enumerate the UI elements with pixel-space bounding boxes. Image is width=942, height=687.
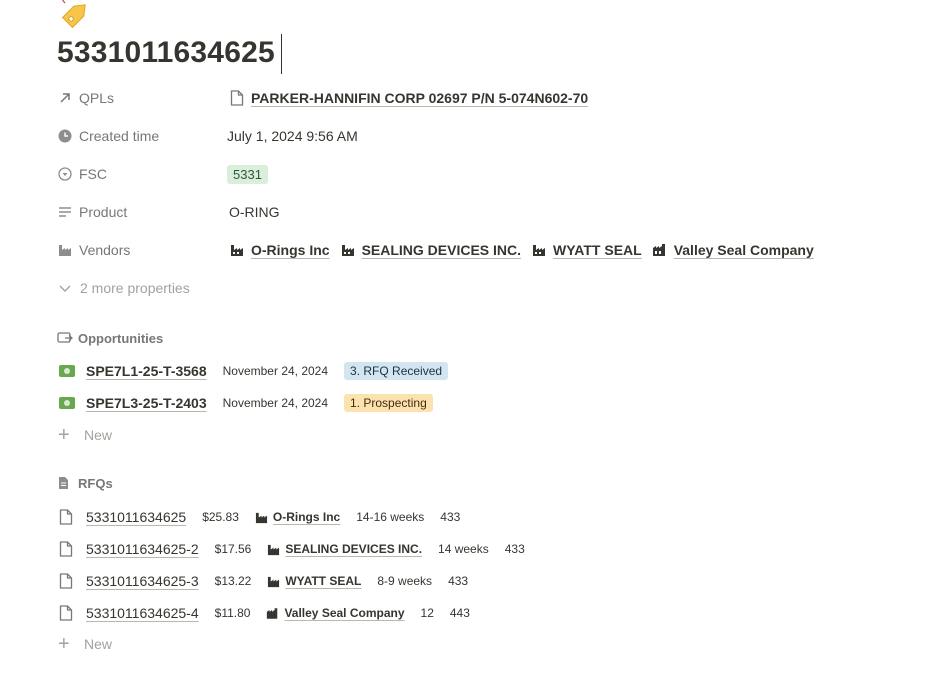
rfq-quantity: 433 [504, 542, 525, 556]
vendor-name[interactable]: O-Rings Inc [273, 510, 340, 524]
rfq-quantity: 433 [440, 510, 461, 524]
created-time-value: July 1, 2024 9:56 AM [227, 128, 358, 144]
property-label: QPLs [79, 90, 115, 106]
new-opportunity-button[interactable]: + New [58, 424, 113, 446]
document-icon [59, 541, 75, 557]
vendor-chip[interactable]: O-Rings Inc [229, 242, 330, 258]
vendor-name[interactable]: SEALING DEVICES INC. [362, 242, 521, 258]
rfq-vendor[interactable]: WYATT SEAL [267, 574, 361, 588]
vendor-name[interactable]: O-Rings Inc [251, 242, 330, 258]
factory-icon [652, 242, 668, 258]
more-properties-label: 2 more properties [80, 280, 190, 296]
page-title[interactable]: 5331011634625 [57, 36, 275, 70]
new-label: New [84, 636, 113, 652]
rfq-quantity: 443 [449, 606, 470, 620]
qpl-link[interactable]: PARKER-HANNIFIN CORP 02697 P/N 5-074N602… [251, 90, 588, 106]
fsc-tag[interactable]: 5331 [227, 164, 268, 184]
clock-icon [57, 128, 73, 144]
rfq-price: $11.80 [214, 606, 251, 620]
rfq-link[interactable]: 5331011634625 [86, 509, 186, 525]
rfq-quantity: 433 [448, 574, 469, 588]
factory-icon [267, 575, 280, 588]
rfq-lead-time: 14 weeks [438, 542, 489, 556]
new-label: New [84, 427, 113, 443]
status-badge: 1. Prospecting [344, 394, 433, 412]
rfq-link[interactable]: 5331011634625-4 [86, 605, 199, 621]
table-row[interactable]: 5331011634625-2 $17.56 SEALING DEVICES I… [59, 537, 541, 561]
table-row[interactable]: 5331011634625 $25.83 O-Rings Inc 14-16 w… [59, 505, 476, 529]
factory-icon [255, 511, 268, 524]
vendor-chip[interactable]: WYATT SEAL [531, 242, 642, 258]
factory-icon [267, 543, 280, 556]
vendor-name[interactable]: WYATT SEAL [285, 574, 361, 588]
rfq-lead-time: 8-9 weeks [377, 574, 433, 588]
document-icon [229, 90, 245, 106]
property-label: Product [79, 204, 128, 220]
section-title: Opportunities [78, 330, 164, 346]
product-value: O-RING [229, 204, 280, 220]
property-label: Created time [79, 128, 160, 144]
rfq-vendor[interactable]: O-Rings Inc [255, 510, 340, 524]
opportunity-link[interactable]: SPE7L3-25-T-2403 [86, 395, 207, 411]
property-fsc[interactable]: FSC 5331 [57, 157, 857, 191]
document-icon [59, 573, 75, 589]
property-label: Vendors [79, 242, 131, 258]
rfq-link[interactable]: 5331011634625-3 [86, 573, 199, 589]
list-item[interactable]: SPE7L3-25-T-2403 November 24, 2024 1. Pr… [59, 391, 433, 415]
database-icon [57, 475, 73, 491]
vendor-chip[interactable]: Valley Seal Company [652, 242, 814, 258]
property-vendors[interactable]: Vendors O-Rings Inc SEALING DEVICES INC.… [57, 233, 857, 267]
select-icon [57, 166, 73, 182]
vendor-chip[interactable]: SEALING DEVICES INC. [340, 242, 521, 258]
arrow-up-right-icon [57, 90, 73, 106]
rfq-link[interactable]: 5331011634625-2 [86, 541, 199, 557]
document-icon [59, 509, 75, 525]
document-icon [59, 605, 75, 621]
property-qpls[interactable]: QPLs PARKER-HANNIFIN CORP 02697 P/N 5-07… [57, 81, 857, 115]
chevron-down-icon [58, 281, 74, 295]
factory-icon [229, 242, 245, 258]
text-lines-icon [57, 204, 73, 220]
vendor-name[interactable]: Valley Seal Company [674, 242, 814, 258]
property-label: FSC [79, 166, 107, 182]
vendor-name[interactable]: SEALING DEVICES INC. [285, 542, 422, 556]
table-row[interactable]: 5331011634625-4 $11.80 Valley Seal Compa… [59, 601, 486, 625]
rfqs-heading[interactable]: RFQs [57, 475, 113, 491]
rfq-price: $25.83 [202, 510, 239, 524]
rfq-price: $17.56 [214, 542, 252, 556]
rfq-vendor[interactable]: SEALING DEVICES INC. [267, 542, 422, 556]
property-product[interactable]: Product O-RING [57, 195, 857, 229]
status-badge: 3. RFQ Received [344, 362, 449, 380]
opportunity-link[interactable]: SPE7L1-25-T-3568 [86, 363, 207, 379]
plus-icon: + [58, 424, 70, 446]
factory-icon [57, 242, 73, 258]
opportunity-date: November 24, 2024 [222, 396, 329, 410]
text-caret [281, 34, 282, 74]
property-created-time: Created time July 1, 2024 9:56 AM [57, 119, 857, 153]
new-rfq-button[interactable]: + New [58, 633, 113, 655]
opportunities-heading[interactable]: Opportunities [57, 330, 163, 346]
tag-icon [61, 0, 86, 29]
linked-database-icon [57, 330, 73, 346]
rfq-vendor[interactable]: Valley Seal Company [266, 606, 405, 620]
money-icon [59, 365, 75, 377]
list-item[interactable]: SPE7L1-25-T-3568 November 24, 2024 3. RF… [59, 359, 449, 383]
rfq-lead-time: 12 [420, 606, 434, 620]
opportunity-date: November 24, 2024 [222, 364, 329, 378]
table-row[interactable]: 5331011634625-3 $13.22 WYATT SEAL 8-9 we… [59, 569, 484, 593]
vendor-name[interactable]: WYATT SEAL [553, 242, 642, 258]
section-title: RFQs [78, 475, 113, 491]
factory-icon [531, 242, 547, 258]
more-properties-toggle[interactable]: 2 more properties [58, 280, 190, 296]
rfq-price: $13.22 [214, 574, 252, 588]
factory-icon [266, 607, 279, 620]
factory-icon [340, 242, 356, 258]
plus-icon: + [58, 633, 70, 655]
money-icon [59, 397, 75, 409]
vendor-name[interactable]: Valley Seal Company [284, 606, 404, 620]
rfq-lead-time: 14-16 weeks [356, 510, 425, 524]
